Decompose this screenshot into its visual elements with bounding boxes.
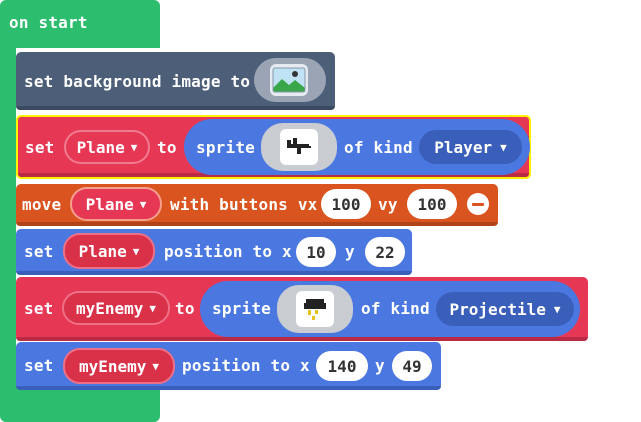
chevron-down-icon: ▼ <box>139 197 147 211</box>
set-background-label: set background image to <box>24 72 251 91</box>
move-label: move <box>22 195 62 214</box>
on-start-block-arm <box>0 40 16 385</box>
x-input[interactable]: 140 <box>316 351 368 381</box>
set-plane-position-block[interactable]: set Plane ▼ position to x 10 y 22 <box>16 229 412 275</box>
y-input[interactable]: 49 <box>392 351 432 381</box>
vy-label: vy <box>378 195 398 214</box>
position-to-x-label: position to x <box>182 356 310 375</box>
y-label: y <box>375 356 385 375</box>
sprite-of-kind-reporter[interactable]: sprite of kind Projectile ▼ <box>200 281 580 337</box>
plane-variable-dropdown[interactable]: Plane ▼ <box>70 187 162 221</box>
set-enemy-position-block[interactable]: set myEnemy ▼ position to x 140 y 49 <box>16 342 441 390</box>
plane-sprite-icon <box>280 129 318 165</box>
variable-name: myEnemy <box>75 298 144 318</box>
plane-variable-dropdown[interactable]: Plane ▼ <box>64 130 150 164</box>
set-plane-sprite-block[interactable]: set Plane ▼ to sprite of kind Player ▼ <box>16 115 531 179</box>
chevron-down-icon: ▼ <box>500 140 507 154</box>
kind-value: Player <box>434 137 493 157</box>
vx-input[interactable]: 100 <box>321 189 371 219</box>
block-edge <box>16 222 498 226</box>
with-buttons-vx-label: with buttons vx <box>170 195 318 214</box>
block-edge <box>16 271 412 275</box>
set-label: set <box>24 242 54 261</box>
variable-name: Plane <box>78 241 127 261</box>
set-label: set <box>24 299 54 318</box>
vy-input[interactable]: 100 <box>407 189 457 219</box>
set-background-image-block[interactable]: set background image to <box>16 52 335 110</box>
variable-name: Plane <box>76 137 125 157</box>
chevron-down-icon: ▼ <box>132 244 140 258</box>
on-start-label: on start <box>9 13 88 32</box>
landscape-image-icon <box>270 64 308 96</box>
block-edge <box>16 386 441 390</box>
storm-cloud-sprite-icon <box>296 291 334 327</box>
sprite-of-kind-reporter[interactable]: sprite of kind Player ▼ <box>184 119 530 175</box>
chevron-down-icon: ▼ <box>152 359 160 373</box>
sprite-image-picker[interactable] <box>277 285 353 333</box>
chevron-down-icon: ▼ <box>149 301 157 315</box>
variable-name: Plane <box>85 194 134 214</box>
position-to-x-label: position to x <box>164 242 292 261</box>
kind-value: Projectile <box>449 299 546 319</box>
block-edge <box>16 337 588 341</box>
sprite-label: sprite <box>212 299 271 318</box>
kind-dropdown[interactable]: Player ▼ <box>419 130 522 164</box>
enemy-variable-dropdown[interactable]: myEnemy ▼ <box>63 348 175 384</box>
set-label: set <box>24 356 54 375</box>
set-label: set <box>25 138 55 157</box>
of-kind-label: of kind <box>361 299 430 318</box>
sprite-image-picker[interactable] <box>261 123 337 171</box>
of-kind-label: of kind <box>344 138 413 157</box>
to-label: to <box>175 299 195 318</box>
sprite-label: sprite <box>196 138 255 157</box>
set-enemy-sprite-block[interactable]: set myEnemy ▼ to sprite of kind Projecti… <box>16 277 588 341</box>
enemy-variable-dropdown[interactable]: myEnemy ▼ <box>62 291 170 325</box>
block-edge <box>16 106 335 110</box>
plane-variable-dropdown[interactable]: Plane ▼ <box>63 233 155 269</box>
variable-name: myEnemy <box>78 356 147 376</box>
x-input[interactable]: 10 <box>296 237 336 267</box>
chevron-down-icon: ▼ <box>130 140 138 154</box>
y-label: y <box>345 242 355 261</box>
remove-parameter-icon[interactable] <box>467 193 489 215</box>
chevron-down-icon: ▼ <box>553 302 561 316</box>
move-with-buttons-block[interactable]: move Plane ▼ with buttons vx 100 vy 100 <box>16 184 498 226</box>
y-input[interactable]: 22 <box>365 237 405 267</box>
background-image-picker[interactable] <box>254 58 326 102</box>
kind-dropdown[interactable]: Projectile ▼ <box>436 292 574 326</box>
to-label: to <box>157 138 177 157</box>
